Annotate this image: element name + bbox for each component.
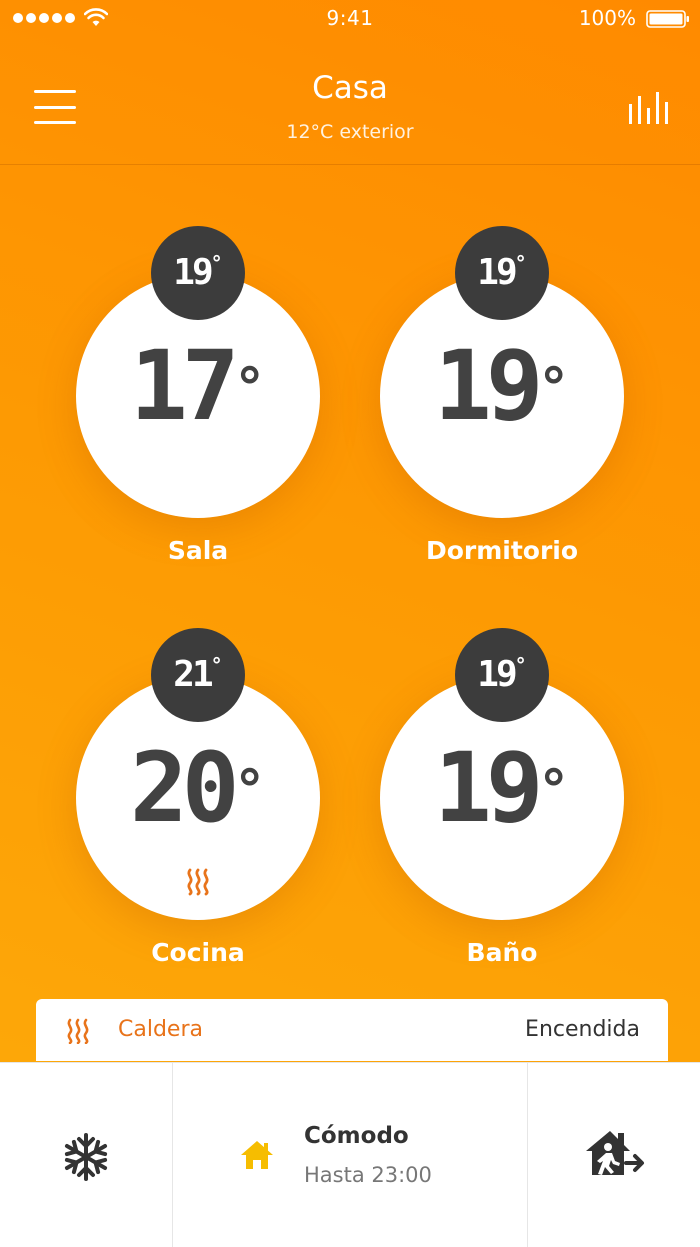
heat-waves-icon <box>187 868 209 896</box>
frost-mode-button[interactable] <box>0 1063 173 1247</box>
status-bar: 9:41 100% <box>0 0 700 38</box>
boiler-status-banner[interactable]: Caldera Encendida <box>36 999 668 1061</box>
boiler-status: Encendida <box>525 1017 640 1042</box>
room-name: Sala <box>167 536 229 565</box>
comfort-mode-button[interactable]: Cómodo Hasta 23:00 <box>173 1063 528 1247</box>
leave-home-icon <box>586 1131 644 1175</box>
room-card-cocina[interactable]: 20° 21° Cocina <box>48 628 348 988</box>
bottom-bar: Cómodo Hasta 23:00 <box>0 1062 700 1247</box>
current-temperature: 19° <box>433 732 571 844</box>
heat-waves-icon <box>67 1018 89 1044</box>
battery-icon <box>646 10 689 28</box>
current-temperature: 20° <box>129 732 267 844</box>
outdoor-temperature: 12°C exterior <box>286 121 414 143</box>
current-temperature: 19° <box>433 330 571 442</box>
away-mode-button[interactable] <box>528 1063 700 1247</box>
header: Casa 12°C exterior <box>0 38 700 165</box>
room-name: Dormitorio <box>425 536 579 565</box>
snowflake-icon <box>64 1133 108 1181</box>
home-icon <box>241 1141 273 1169</box>
room-card-dormitorio[interactable]: 19° 19° Dormitorio <box>352 226 652 586</box>
boiler-label: Caldera <box>118 1017 203 1042</box>
target-temperature-badge[interactable]: 21° <box>151 628 245 722</box>
target-temperature-badge[interactable]: 19° <box>151 226 245 320</box>
mode-name: Cómodo <box>304 1123 409 1149</box>
room-name: Baño <box>466 938 538 967</box>
battery-percentage: 100% <box>578 6 636 30</box>
room-name: Cocina <box>151 938 245 967</box>
current-temperature: 17° <box>129 330 267 442</box>
bar-chart-icon[interactable] <box>628 92 668 124</box>
room-card-sala[interactable]: 17° 19° Sala <box>48 226 348 586</box>
page-title: Casa <box>312 70 388 106</box>
target-temperature-badge[interactable]: 19° <box>455 226 549 320</box>
mode-until: Hasta 23:00 <box>304 1163 432 1187</box>
target-temperature-badge[interactable]: 19° <box>455 628 549 722</box>
room-card-bano[interactable]: 19° 19° Baño <box>352 628 652 988</box>
